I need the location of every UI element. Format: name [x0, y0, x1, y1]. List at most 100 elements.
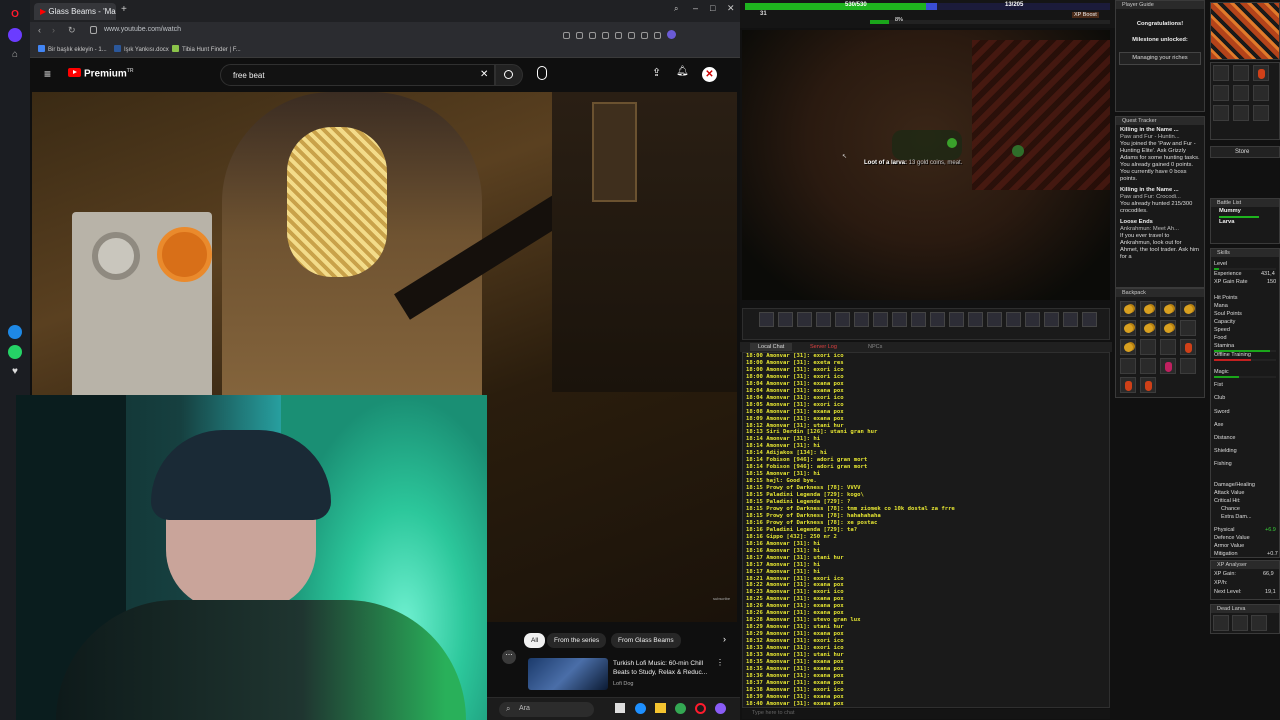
- equipment-slot[interactable]: [1253, 65, 1269, 81]
- backpack-slot[interactable]: [1180, 339, 1196, 355]
- equipment-slot[interactable]: [1253, 105, 1269, 121]
- backpack-slot[interactable]: [1140, 320, 1156, 336]
- more-horizontal-icon[interactable]: ⋯: [502, 650, 516, 664]
- equipment-slot[interactable]: [1213, 105, 1229, 121]
- bookmark-item[interactable]: Işık Yankısı.docx: [114, 45, 169, 53]
- more-options-icon[interactable]: ⋮: [716, 658, 724, 667]
- chat-log[interactable]: 18:00 Amonvar [31]: exori ico 18:00 Amonv…: [742, 352, 1110, 708]
- opera-logo-icon[interactable]: O: [8, 8, 22, 22]
- channel-name[interactable]: Lofi Dog: [613, 681, 634, 687]
- app-icon[interactable]: [715, 703, 726, 714]
- equipment-slot[interactable]: [1213, 65, 1229, 81]
- avatar[interactable]: ✕: [702, 67, 717, 82]
- minimap[interactable]: [1210, 2, 1280, 60]
- hotbar-slot[interactable]: [1063, 312, 1078, 327]
- heart-icon[interactable]: ♥: [8, 365, 22, 379]
- maximize-icon[interactable]: □: [710, 3, 715, 13]
- loot-slot[interactable]: [1251, 615, 1267, 631]
- hotbar-slot[interactable]: [1044, 312, 1059, 327]
- hotbar-slot[interactable]: [835, 312, 850, 327]
- backpack-slot[interactable]: [1160, 339, 1176, 355]
- menu-icon[interactable]: ≡: [44, 67, 51, 81]
- backpack-slot[interactable]: [1120, 320, 1136, 336]
- messenger-icon[interactable]: [8, 325, 22, 339]
- tab-local-chat[interactable]: Local Chat: [750, 343, 793, 351]
- task-view-icon[interactable]: [615, 703, 625, 713]
- video-thumbnail[interactable]: [528, 658, 608, 690]
- extension-icon[interactable]: [628, 32, 635, 39]
- chip-from-series[interactable]: From the series: [547, 633, 607, 648]
- hotbar-slot[interactable]: [797, 312, 812, 327]
- hotbar-slot[interactable]: [1006, 312, 1021, 327]
- extension-icon[interactable]: [563, 32, 570, 39]
- tab-active[interactable]: ▶ Glass Beams - 'Mahal: [34, 3, 116, 20]
- equipment-slot[interactable]: [1233, 105, 1249, 121]
- taskbar-search[interactable]: ⌕ Ara: [499, 702, 594, 717]
- hotbar-slot[interactable]: [968, 312, 983, 327]
- hotbar-slot[interactable]: [1025, 312, 1040, 327]
- extension-icon[interactable]: [576, 32, 583, 39]
- loot-slot[interactable]: [1213, 615, 1229, 631]
- hotbar-slot[interactable]: [759, 312, 774, 327]
- backpack-slot[interactable]: [1140, 339, 1156, 355]
- new-tab-icon[interactable]: +: [121, 4, 127, 15]
- extension-icon[interactable]: [641, 32, 648, 39]
- equipment-slot[interactable]: [1233, 85, 1249, 101]
- bookmark-item[interactable]: Tibia Hunt Finder | F...: [172, 45, 241, 53]
- chip-from-glass-beams[interactable]: From Glass Beams: [611, 633, 681, 648]
- equipment-slot[interactable]: [1233, 65, 1249, 81]
- hotbar-slot[interactable]: [987, 312, 1002, 327]
- chat-input[interactable]: Type here to chat: [742, 709, 1110, 719]
- quest-name[interactable]: Killing in the Name ...: [1116, 185, 1204, 194]
- backpack-slot[interactable]: [1180, 358, 1196, 374]
- store-button[interactable]: Store: [1210, 146, 1280, 158]
- backpack-slot[interactable]: [1160, 301, 1176, 317]
- video-title[interactable]: Turkish Lofi Music: 60-min Chill Beats t…: [613, 659, 708, 677]
- forward-icon[interactable]: ›: [52, 25, 55, 35]
- close-window-icon[interactable]: ✕: [727, 3, 735, 14]
- home-icon[interactable]: ⌂: [8, 48, 22, 62]
- bell-icon[interactable]: 🔔︎: [676, 66, 689, 77]
- quest-name[interactable]: Loose Ends: [1116, 217, 1204, 226]
- hotbar-slot[interactable]: [1082, 312, 1097, 327]
- minimize-icon[interactable]: –: [693, 3, 698, 13]
- backpack-slot[interactable]: [1180, 301, 1196, 317]
- extension-icon[interactable]: [654, 32, 661, 39]
- folder-icon[interactable]: [655, 703, 666, 713]
- recommended-video[interactable]: Turkish Lofi Music: 60-min Chill Beats t…: [528, 655, 724, 695]
- whatsapp-icon[interactable]: [8, 345, 22, 359]
- search-tabs-icon[interactable]: ⌕: [674, 4, 678, 14]
- search-button[interactable]: [495, 64, 523, 86]
- hotbar-slot[interactable]: [930, 312, 945, 327]
- backpack-slot[interactable]: [1140, 301, 1156, 317]
- loot-slot[interactable]: [1232, 615, 1248, 631]
- game-view[interactable]: ↖ Loot of a larva: 13 gold coins, meat.: [742, 30, 1110, 300]
- chrome-icon[interactable]: [675, 703, 686, 714]
- opera-icon[interactable]: [695, 703, 706, 714]
- mic-icon[interactable]: [537, 66, 547, 80]
- extension-icon[interactable]: [602, 32, 609, 39]
- quest-name[interactable]: Killing in the Name ...: [1116, 125, 1204, 134]
- tab-server-log[interactable]: Server Log: [802, 343, 845, 351]
- tab-npcs[interactable]: NPCs: [860, 343, 890, 351]
- clear-search-icon[interactable]: ✕: [480, 69, 488, 80]
- backpack-slot[interactable]: [1120, 301, 1136, 317]
- backpack-slot[interactable]: [1120, 339, 1136, 355]
- hotbar-slot[interactable]: [778, 312, 793, 327]
- backpack-slot[interactable]: [1140, 358, 1156, 374]
- backpack-slot[interactable]: [1120, 358, 1136, 374]
- edge-icon[interactable]: [635, 703, 646, 714]
- equipment-slot[interactable]: [1213, 85, 1229, 101]
- player-character[interactable]: [947, 138, 957, 148]
- back-icon[interactable]: ‹: [38, 25, 41, 35]
- backpack-slot[interactable]: [1120, 377, 1136, 393]
- chevron-right-icon[interactable]: ›: [723, 634, 726, 644]
- search-input[interactable]: free beat: [220, 64, 495, 86]
- reload-icon[interactable]: ↻: [68, 25, 76, 36]
- hotbar-slot[interactable]: [892, 312, 907, 327]
- extension-icon[interactable]: [615, 32, 622, 39]
- url-field[interactable]: www.youtube.com/watch: [104, 26, 181, 33]
- battle-entry[interactable]: Mummy: [1211, 207, 1279, 216]
- extension-icon[interactable]: [589, 32, 596, 39]
- aria-icon[interactable]: [8, 28, 22, 42]
